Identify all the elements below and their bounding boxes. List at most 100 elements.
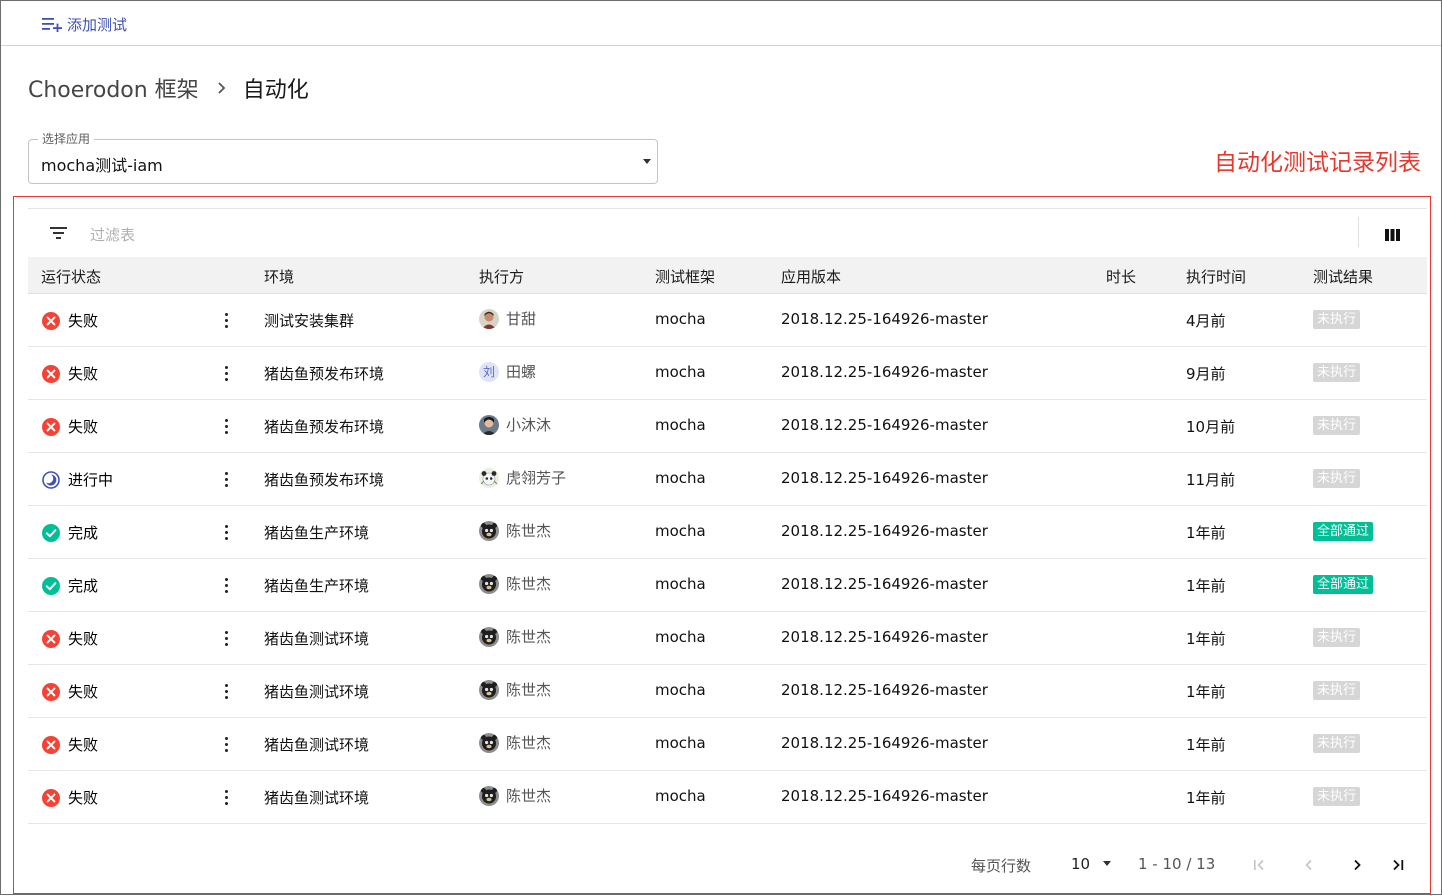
filter-bar <box>28 208 1427 257</box>
filter-input[interactable] <box>90 224 1330 246</box>
annotation-label: 自动化测试记录列表 <box>1214 150 1421 176</box>
table-row[interactable]: 失败 测试安装集群 甘甜 mocha 2018.12.25-164926-master 4… <box>28 294 1427 347</box>
more-vert-icon[interactable] <box>220 574 232 596</box>
column-header-status[interactable]: 运行状态 <box>41 266 101 287</box>
result-badge: 全部通过 <box>1313 575 1374 594</box>
view-column-icon[interactable] <box>1385 227 1400 245</box>
version-cell: 2018.12.25-164926-master <box>781 310 988 328</box>
executor-cell: 陈世杰 <box>479 626 551 647</box>
table-row[interactable]: 失败 猪齿鱼测试环境 陈世杰 mocha 2018.12.25-164926-maste… <box>28 771 1427 824</box>
table-row[interactable]: 失败 猪齿鱼预发布环境 刘田螺 mocha 2018.12.25-164926-mast… <box>28 347 1427 400</box>
status-cell: 完成 <box>41 522 98 543</box>
time-cell: 11月前 <box>1186 471 1236 489</box>
status-text: 失败 <box>68 312 99 330</box>
more-vert-icon[interactable] <box>220 468 232 490</box>
more-vert-icon[interactable] <box>220 627 232 649</box>
table-row[interactable]: 完成 猪齿鱼生产环境 陈世杰 mocha 2018.12.25-164926-maste… <box>28 559 1427 612</box>
framework-cell: mocha <box>655 310 706 328</box>
error-icon <box>41 682 61 702</box>
status-text: 失败 <box>68 365 99 383</box>
column-header-framework[interactable]: 测试框架 <box>655 266 715 287</box>
executor-name: 陈世杰 <box>506 681 552 699</box>
error-icon <box>41 735 61 755</box>
more-vert-icon[interactable] <box>220 415 232 437</box>
result-badge: 未执行 <box>1313 469 1361 488</box>
version-cell: 2018.12.25-164926-master <box>781 575 988 593</box>
avatar <box>479 732 499 753</box>
error-icon <box>41 311 61 331</box>
breadcrumb: Choerodon 框架 自动化 <box>28 72 309 104</box>
next-page-icon[interactable] <box>1347 855 1367 875</box>
status-text: 进行中 <box>68 471 114 489</box>
check-circle-icon <box>41 576 61 596</box>
table-row[interactable]: 失败 猪齿鱼测试环境 陈世杰 mocha 2018.12.25-164926-maste… <box>28 718 1427 771</box>
check-circle-icon <box>41 523 61 543</box>
table-row[interactable]: 失败 猪齿鱼预发布环境 小沐沐 mocha 2018.12.25-164926-mast… <box>28 400 1427 453</box>
avatar <box>479 308 499 329</box>
table-row[interactable]: 失败 猪齿鱼测试环境 陈世杰 mocha 2018.12.25-164926-maste… <box>28 665 1427 718</box>
framework-cell: mocha <box>655 787 706 805</box>
status-text: 失败 <box>68 736 99 754</box>
table-row[interactable]: 完成 猪齿鱼生产环境 陈世杰 mocha 2018.12.25-164926-maste… <box>28 506 1427 559</box>
avatar <box>479 520 499 541</box>
filter-list-icon[interactable] <box>50 226 68 244</box>
status-text: 完成 <box>68 524 99 542</box>
version-cell: 2018.12.25-164926-master <box>781 787 988 805</box>
env-cell: 猪齿鱼预发布环境 <box>264 471 385 489</box>
column-header-duration[interactable]: 时长 <box>1106 266 1136 287</box>
framework-cell: mocha <box>655 416 706 434</box>
status-cell: 失败 <box>41 416 98 437</box>
result-badge: 未执行 <box>1313 734 1361 753</box>
framework-cell: mocha <box>655 522 706 540</box>
add-test-button[interactable]: 添加测试 <box>41 13 127 35</box>
table-row[interactable]: 失败 猪齿鱼测试环境 陈世杰 mocha 2018.12.25-164926-maste… <box>28 612 1427 665</box>
status-cell: 失败 <box>41 681 98 702</box>
time-cell: 1年前 <box>1186 524 1226 542</box>
app-select-value: mocha测试-iam <box>41 156 163 175</box>
avatar <box>479 573 499 594</box>
error-icon <box>41 364 61 384</box>
breadcrumb-parent[interactable]: Choerodon 框架 <box>28 72 199 104</box>
more-vert-icon[interactable] <box>220 521 232 543</box>
executor-cell: 甘甜 <box>479 308 536 329</box>
table-row[interactable]: 进行中 猪齿鱼预发布环境 虎翎芳子 mocha 2018.12.25-164926-ma… <box>28 453 1427 506</box>
more-vert-icon[interactable] <box>220 786 232 808</box>
page-range: 1 - 10 / 13 <box>1138 855 1216 873</box>
rows-per-page-select[interactable]: 10 <box>1071 855 1090 873</box>
env-cell: 猪齿鱼生产环境 <box>264 524 370 542</box>
status-text: 失败 <box>68 418 99 436</box>
more-vert-icon[interactable] <box>220 733 232 755</box>
column-header-time[interactable]: 执行时间 <box>1186 266 1246 287</box>
status-cell: 完成 <box>41 575 98 596</box>
more-vert-icon[interactable] <box>220 309 232 331</box>
avatar <box>479 414 499 435</box>
more-vert-icon[interactable] <box>220 362 232 384</box>
first-page-icon[interactable] <box>1249 855 1269 875</box>
avatar: 刘 <box>479 361 499 382</box>
env-cell: 猪齿鱼生产环境 <box>264 577 370 595</box>
column-header-executor[interactable]: 执行方 <box>479 266 524 287</box>
last-page-icon[interactable] <box>1388 855 1408 875</box>
executor-cell: 陈世杰 <box>479 732 551 753</box>
avatar <box>479 626 499 647</box>
status-text: 失败 <box>68 683 99 701</box>
status-cell: 失败 <box>41 628 98 649</box>
dropdown-arrow-icon[interactable] <box>1103 861 1111 866</box>
previous-page-icon[interactable] <box>1299 855 1319 875</box>
framework-cell: mocha <box>655 575 706 593</box>
app-select-label: 选择应用 <box>38 131 95 147</box>
app-select[interactable]: 选择应用 mocha测试-iam <box>28 131 658 184</box>
pagination: 每页行数 10 1 - 10 / 13 <box>28 832 1427 896</box>
error-icon <box>41 788 61 808</box>
avatar <box>479 785 499 806</box>
column-header-result[interactable]: 测试结果 <box>1313 266 1373 287</box>
add-test-label: 添加测试 <box>67 15 128 34</box>
executor-name: 甘甜 <box>506 310 537 328</box>
more-vert-icon[interactable] <box>220 680 232 702</box>
time-cell: 1年前 <box>1186 789 1226 807</box>
env-cell: 猪齿鱼测试环境 <box>264 683 370 701</box>
env-cell: 猪齿鱼预发布环境 <box>264 365 385 383</box>
column-header-env[interactable]: 环境 <box>264 266 294 287</box>
column-header-version[interactable]: 应用版本 <box>781 266 841 287</box>
executor-cell: 陈世杰 <box>479 785 551 806</box>
